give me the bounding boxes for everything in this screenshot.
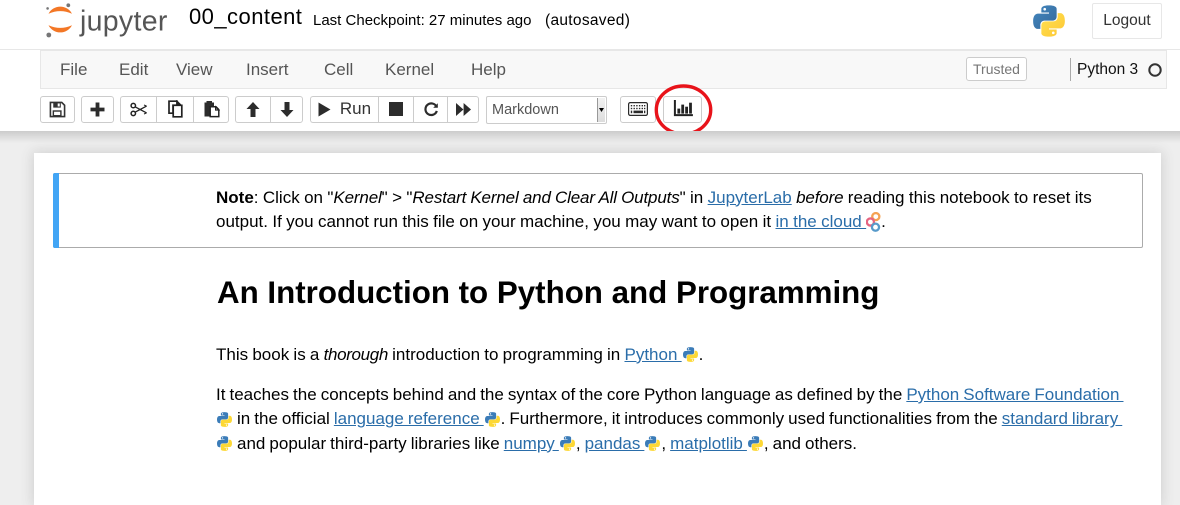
svg-text:jupyter: jupyter: [79, 6, 168, 38]
